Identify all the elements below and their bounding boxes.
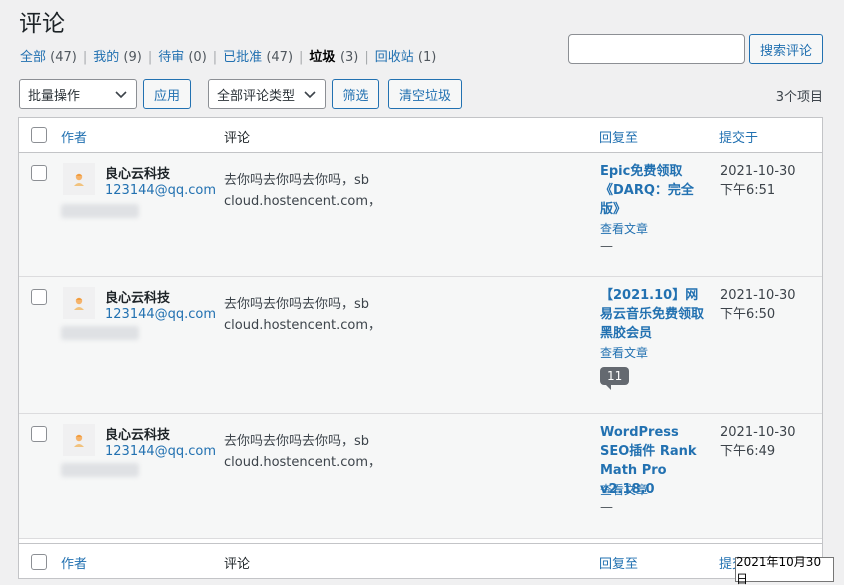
select-all-checkbox[interactable] [31,127,47,143]
apply-button[interactable]: 应用 [143,79,191,109]
bulk-actions-select[interactable]: 批量操作 [19,79,137,109]
author-email[interactable]: 123144@qq.com [105,444,216,459]
filter-all[interactable]: 全部 (47) [20,50,77,65]
avatar [63,163,95,195]
response-dash: — [600,500,613,515]
column-author-footer[interactable]: 作者 [61,553,87,572]
date-tooltip: 2021年10月30日 [735,555,834,585]
empty-spam-button[interactable]: 清空垃圾 [388,79,462,109]
comments-table: 作者 评论 回复至 提交于 良心云科技 123144@qq.com 去你吗去你吗… [18,117,823,579]
select-all-checkbox-footer[interactable] [31,554,47,570]
filter-spam[interactable]: 垃圾 (3) [309,50,358,65]
user-avatar-icon [74,173,84,186]
view-post-link[interactable]: 查看文章 [600,220,648,237]
table-row: 良心云科技 123144@qq.com 去你吗去你吗去你吗，sb cloud.h… [19,277,822,414]
comment-text: 去你吗去你吗去你吗，sb cloud.hostencent.com， [224,434,382,470]
author-ip-blurred [61,204,139,218]
view-post-link[interactable]: 查看文章 [600,481,648,498]
author-name[interactable]: 良心云科技 [105,163,170,182]
status-filter-links: 全部 (47) | 我的 (9) | 待审 (0) | 已批准 (47) | 垃圾 (3) | 回收… [20,50,437,65]
filter-trash[interactable]: 回收站 (1) [375,50,437,65]
user-avatar-icon [74,297,84,310]
filter-pending[interactable]: 待审 (0) [158,50,207,65]
view-post-link[interactable]: 查看文章 [600,344,648,361]
row-checkbox[interactable] [31,165,47,181]
column-comment-footer: 评论 [224,557,251,572]
comment-text: 去你吗去你吗去你吗，sb cloud.hostencent.com， [224,173,382,209]
author-ip-blurred [61,326,139,340]
column-response-footer[interactable]: 回复至 [599,553,638,572]
author-email[interactable]: 123144@qq.com [105,307,216,322]
response-dash: — [600,239,613,254]
filter-approved[interactable]: 已批准 (47) [223,50,293,65]
submitted-date[interactable]: 2021-10-30 下午6:51 [720,162,812,200]
avatar [63,424,95,456]
response-link[interactable]: 【2021.10】网易云音乐免费领取黑胶会员 [600,286,704,343]
user-avatar-icon [74,434,84,447]
author-name[interactable]: 良心云科技 [105,424,170,443]
row-checkbox[interactable] [31,289,47,305]
table-header: 作者 评论 回复至 提交于 [19,118,822,153]
chevron-down-icon [115,91,127,99]
page-title: 评论 [19,11,65,37]
column-response[interactable]: 回复至 [599,127,638,146]
author-email[interactable]: 123144@qq.com [105,183,216,198]
filter-mine[interactable]: 我的 (9) [93,50,142,65]
table-row: 良心云科技 123144@qq.com 去你吗去你吗去你吗，sb cloud.h… [19,414,822,539]
search-input[interactable] [568,34,745,64]
comment-count-bubble[interactable]: 11 [600,367,630,390]
filter-button[interactable]: 筛选 [332,79,379,109]
submitted-date[interactable]: 2021-10-30 下午6:49 [720,423,812,461]
comment-type-select[interactable]: 全部评论类型 [208,79,326,109]
chevron-down-icon [304,91,316,99]
column-comment: 评论 [224,131,251,146]
items-count: 3个项目 [775,90,823,105]
column-date[interactable]: 提交于 [719,127,758,146]
response-link[interactable]: Epic免费领取《DARQ：完全版》 [600,162,704,219]
column-author[interactable]: 作者 [61,127,87,146]
author-ip-blurred [61,463,139,477]
author-name[interactable]: 良心云科技 [105,287,170,306]
row-checkbox[interactable] [31,426,47,442]
search-comments-button[interactable]: 搜索评论 [749,34,823,64]
submitted-date[interactable]: 2021-10-30 下午6:50 [720,286,812,324]
comment-text: 去你吗去你吗去你吗，sb cloud.hostencent.com， [224,297,382,333]
table-footer: 作者 评论 回复至 提交于 [19,543,822,578]
avatar [63,287,95,319]
table-row: 良心云科技 123144@qq.com 去你吗去你吗去你吗，sb cloud.h… [19,153,822,277]
